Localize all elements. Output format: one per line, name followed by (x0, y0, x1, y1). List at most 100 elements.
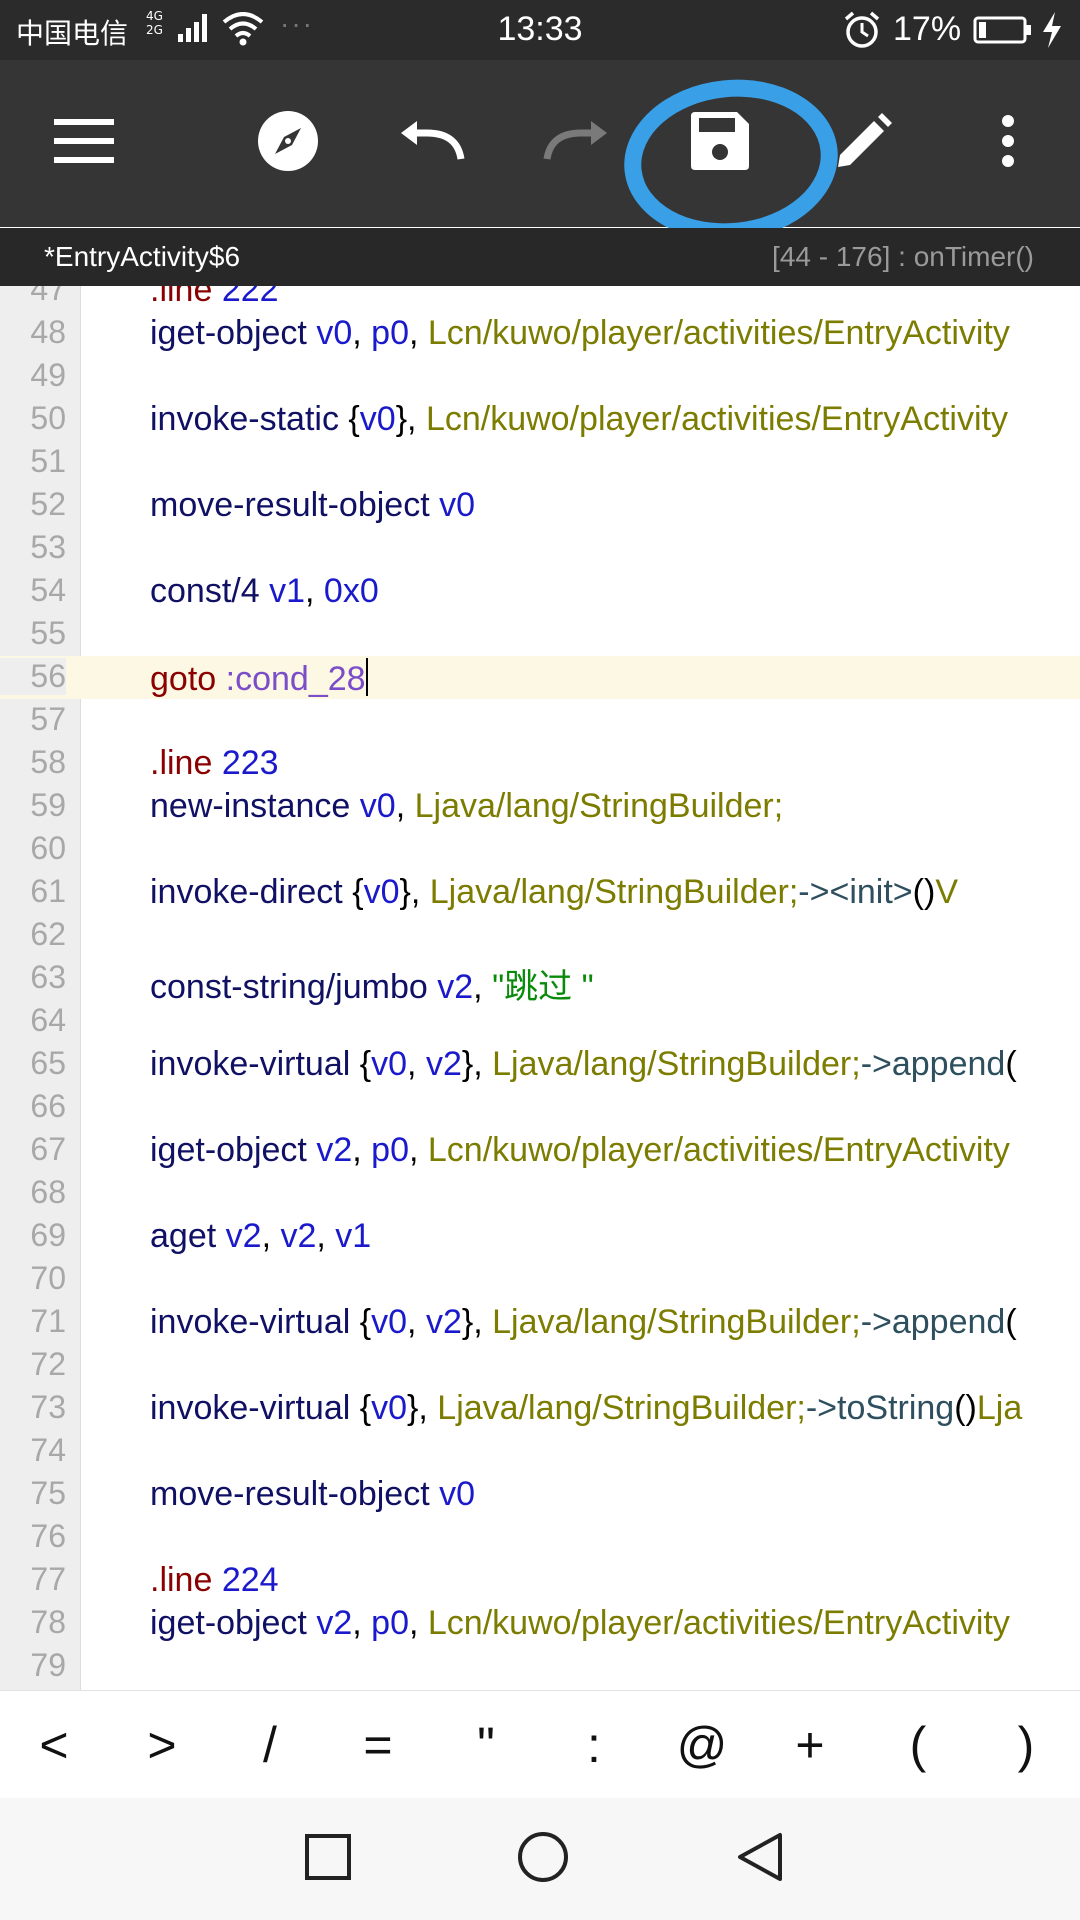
code-line[interactable]: 64 (0, 1000, 1080, 1043)
symbol-key-lt[interactable]: < (4, 1716, 104, 1774)
code-token: v2 (280, 1217, 317, 1255)
line-number: 49 (30, 357, 66, 393)
code-line[interactable]: 73 invoke-virtual {v0}, Ljava/lang/String… (0, 1387, 1080, 1430)
redo-button[interactable] (526, 60, 626, 227)
code-line[interactable]: 79 (0, 1645, 1080, 1688)
symbol-key-equals[interactable]: = (328, 1716, 428, 1774)
code-token: v0 (371, 1389, 408, 1427)
code-token: invoke-virtual (150, 1389, 351, 1427)
symbol-key-at[interactable]: @ (652, 1716, 752, 1774)
code-token: Ljava/lang/StringBuilder; (492, 1045, 861, 1083)
symbol-key-gt[interactable]: > (112, 1716, 212, 1774)
code-token: { (359, 1045, 372, 1083)
code-line[interactable]: 49 (0, 355, 1080, 398)
code-token: v0 (316, 314, 353, 352)
code-line[interactable]: 75 move-result-object v0 (0, 1473, 1080, 1516)
recents-button[interactable] (268, 1798, 388, 1920)
symbol-key-quote[interactable]: " (436, 1716, 536, 1774)
navigate-button[interactable] (238, 60, 338, 227)
code-token: Ljava/lang/StringBuilder; (492, 1303, 861, 1341)
symbol-key-close-paren[interactable]: ) (976, 1716, 1076, 1774)
code-token: invoke-virtual (150, 1303, 351, 1341)
code-line[interactable]: 65 invoke-virtual {v0, v2}, Ljava/lang/St… (0, 1043, 1080, 1086)
code-token: Lcn/kuwo/player/activities/EntryActivity (427, 314, 1010, 352)
code-text: invoke-direct {v0}, Ljava/lang/StringBui… (150, 873, 958, 912)
code-text: .line 222 (150, 286, 279, 310)
code-token: v2 (316, 1604, 353, 1642)
code-line[interactable]: 74 (0, 1430, 1080, 1473)
code-token: ( (1005, 1045, 1017, 1083)
code-line[interactable]: 51 (0, 441, 1080, 484)
menu-button[interactable] (34, 60, 134, 227)
code-token: Lja (976, 1389, 1023, 1427)
line-number: 76 (30, 1518, 66, 1554)
code-line[interactable]: 53 (0, 527, 1080, 570)
code-line[interactable]: 71 invoke-virtual {v0, v2}, Ljava/lang/St… (0, 1301, 1080, 1344)
code-token: ->append (860, 1303, 1006, 1341)
symbol-key-plus[interactable]: + (760, 1716, 860, 1774)
method-range[interactable]: [44 - 176] : onTimer() (772, 241, 1034, 273)
code-text: invoke-virtual {v0, v2}, Ljava/lang/Stri… (150, 1303, 1017, 1342)
code-text: move-result-object v0 (150, 486, 475, 525)
code-token: }, (461, 1303, 493, 1341)
code-line[interactable]: 68 (0, 1172, 1080, 1215)
more-vert-icon (1000, 115, 1016, 172)
code-token: v0 (359, 400, 396, 438)
code-editor[interactable]: 47 .line 222 48 iget-object v0, p0, Lcn/kuw… (0, 286, 1080, 1690)
code-line[interactable]: 77 .line 224 (0, 1559, 1080, 1602)
code-token: Lcn/kuwo/player/activities/EntryActivity (425, 400, 1008, 438)
code-token: , (408, 314, 428, 352)
code-line[interactable]: 78 iget-object v2, p0, Lcn/kuwo/player/ac… (0, 1602, 1080, 1645)
home-button[interactable] (483, 1798, 603, 1920)
code-line[interactable]: 52 move-result-object v0 (0, 484, 1080, 527)
code-line[interactable]: 48 iget-object v0, p0, Lcn/kuwo/player/ac… (0, 312, 1080, 355)
code-line[interactable]: 59 new-instance v0, Ljava/lang/StringBuil… (0, 785, 1080, 828)
line-number: 67 (30, 1131, 66, 1167)
code-text: goto :cond_28 (150, 658, 368, 699)
code-line[interactable]: 69 aget v2, v2, v1 (0, 1215, 1080, 1258)
symbol-key-colon[interactable]: : (544, 1716, 644, 1774)
code-line[interactable]: 67 iget-object v2, p0, Lcn/kuwo/player/ac… (0, 1129, 1080, 1172)
line-number: 60 (30, 830, 66, 866)
code-line[interactable]: 54 const/4 v1, 0x0 (0, 570, 1080, 613)
code-token: , (352, 1604, 372, 1642)
undo-button[interactable] (382, 60, 482, 227)
code-line[interactable]: 62 (0, 914, 1080, 957)
code-line[interactable]: 60 (0, 828, 1080, 871)
code-text: .line 224 (150, 1561, 279, 1600)
code-line[interactable]: 55 (0, 613, 1080, 656)
code-line[interactable]: 57 (0, 699, 1080, 742)
line-number: 66 (30, 1088, 66, 1124)
redo-icon (543, 121, 609, 166)
code-line[interactable]: 66 (0, 1086, 1080, 1129)
code-line[interactable]: 47 .line 222 (0, 286, 1080, 312)
code-line[interactable]: 56 goto :cond_28 (0, 656, 1080, 699)
code-line[interactable]: 61 invoke-direct {v0}, Ljava/lang/StringB… (0, 871, 1080, 914)
code-token: () (912, 873, 936, 911)
code-token: ( (1005, 1303, 1017, 1341)
code-token: V (935, 873, 958, 911)
code-line[interactable]: 72 (0, 1344, 1080, 1387)
code-line[interactable]: 70 (0, 1258, 1080, 1301)
code-token: () (954, 1389, 977, 1427)
code-token: { (352, 873, 364, 911)
code-token: }, (407, 1389, 438, 1427)
code-line[interactable]: 76 (0, 1516, 1080, 1559)
code-line[interactable]: 50 invoke-static {v0}, Lcn/kuwo/player/ac… (0, 398, 1080, 441)
line-number: 68 (30, 1174, 66, 1210)
code-line[interactable]: 58 .line 223 (0, 742, 1080, 785)
symbol-key-open-paren[interactable]: ( (868, 1716, 968, 1774)
code-line[interactable]: 63 const-string/jumbo v2, "跳过 " (0, 957, 1080, 1006)
line-number: 64 (30, 1002, 66, 1038)
line-number: 51 (30, 443, 66, 479)
back-button[interactable] (700, 1798, 820, 1920)
code-text: aget v2, v2, v1 (150, 1217, 371, 1256)
line-number: 65 (30, 1045, 66, 1081)
symbol-key-slash[interactable]: / (220, 1716, 320, 1774)
overflow-menu-button[interactable] (958, 60, 1058, 227)
code-token: ->toString (805, 1389, 955, 1427)
code-token: iget-object (150, 314, 307, 352)
